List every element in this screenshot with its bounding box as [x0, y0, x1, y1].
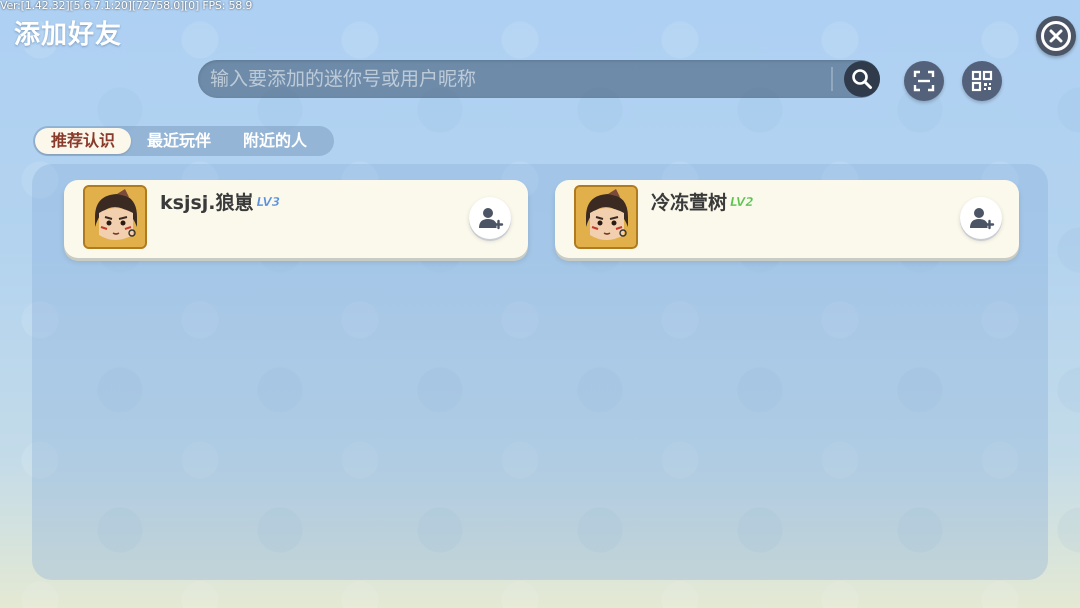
player-name-text: 冷冻萱树 — [651, 192, 728, 214]
search-divider — [831, 67, 833, 91]
scan-icon — [913, 70, 935, 92]
add-friend-button[interactable] — [469, 197, 511, 239]
search-bar — [198, 60, 880, 98]
page-title: 添加好友 — [14, 20, 123, 50]
character-avatar-icon — [576, 187, 636, 247]
scan-button[interactable] — [904, 61, 944, 101]
avatar[interactable] — [83, 185, 147, 249]
player-name: 冷冻萱树 LV2 — [651, 188, 754, 215]
debug-info: Ver:[1.42.32][5.6.7.1:20][72758.0][0] FP… — [0, 0, 253, 12]
player-name: ksjsj.狼崽 LV3 — [160, 188, 280, 215]
qr-code-button[interactable] — [962, 61, 1002, 101]
search-button[interactable] — [844, 61, 880, 97]
tab-recommended[interactable]: 推荐认识 — [35, 128, 132, 154]
tab-nearby-people[interactable]: 附近的人 — [227, 128, 323, 154]
character-avatar-icon — [85, 187, 145, 247]
search-icon — [852, 69, 872, 89]
friend-card[interactable]: 冷冻萱树 LV2 — [555, 180, 1019, 258]
tab-bar: 推荐认识 最近玩伴 附近的人 — [33, 126, 334, 156]
qr-code-icon — [971, 70, 993, 92]
add-user-icon — [970, 208, 995, 230]
level-badge: LV3 — [256, 195, 281, 209]
avatar[interactable] — [574, 185, 638, 249]
close-button[interactable] — [1036, 16, 1076, 56]
player-name-text: ksjsj.狼崽 — [160, 192, 254, 214]
search-input[interactable] — [210, 60, 820, 98]
friend-card[interactable]: ksjsj.狼崽 LV3 — [64, 180, 528, 258]
add-user-icon — [479, 208, 504, 230]
add-friend-button[interactable] — [960, 197, 1002, 239]
tab-recent-playmates[interactable]: 最近玩伴 — [131, 128, 227, 154]
close-icon — [1041, 21, 1071, 51]
level-badge: LV2 — [730, 195, 754, 209]
